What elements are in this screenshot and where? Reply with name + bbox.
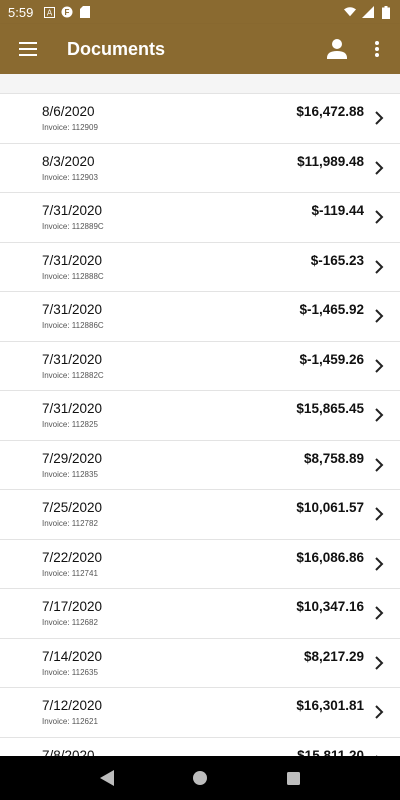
svg-text:F: F — [65, 8, 70, 17]
document-invoice-number: Invoice: 112903 — [42, 172, 98, 182]
document-amount: $10,061.57 — [296, 500, 364, 515]
document-date: 7/31/2020 — [42, 401, 103, 416]
document-amount: $16,472.88 — [296, 104, 364, 119]
document-date: 7/31/2020 — [42, 203, 103, 218]
document-row[interactable]: 7/25/2020 Invoice: 112782 $10,061.57 — [0, 490, 400, 540]
document-amount: $11,989.48 — [297, 153, 364, 169]
document-invoice-number: Invoice: 112889C — [42, 222, 104, 231]
person-icon — [327, 39, 347, 59]
document-amount: $-165.23 — [310, 252, 364, 268]
document-row[interactable]: 7/31/2020 Invoice: 112886C $-1,465.92 — [0, 292, 400, 342]
hamburger-menu-icon — [19, 42, 37, 56]
nav-recents-button[interactable] — [281, 766, 305, 790]
document-amount: $-1,459.26 — [299, 351, 364, 367]
document-invoice-number: Invoice: 112741 — [42, 568, 98, 578]
status-bar: 5:59 A F — [0, 0, 400, 24]
status-time: 5:59 — [8, 4, 34, 20]
wifi-icon — [344, 6, 356, 18]
chevron-right-icon — [375, 606, 384, 620]
chevron-right-icon — [375, 160, 384, 175]
chevron-right-icon — [375, 358, 384, 373]
document-date: 7/29/2020 — [42, 450, 103, 466]
document-invoice-number: Invoice: 112682 — [42, 618, 98, 627]
document-invoice-number: Invoice: 112635 — [42, 667, 98, 677]
document-date: 7/31/2020 — [42, 302, 103, 317]
document-invoice-number: Invoice: 112882C — [42, 370, 104, 380]
chevron-right-icon — [375, 210, 384, 224]
document-date: 7/14/2020 — [42, 648, 103, 664]
document-invoice-number: Invoice: 112835 — [42, 469, 98, 479]
battery-icon — [380, 5, 392, 19]
document-row[interactable]: 7/17/2020 Invoice: 112682 $10,347.16 — [0, 589, 400, 639]
document-amount: $10,347.16 — [296, 599, 364, 614]
document-date: 7/25/2020 — [42, 500, 103, 515]
notification-icon: F — [61, 6, 73, 18]
document-amount: $-119.44 — [311, 203, 364, 218]
document-row[interactable]: 8/6/2020 Invoice: 112909 $16,472.88 — [0, 94, 400, 144]
system-nav-bar — [0, 756, 400, 800]
document-row[interactable]: 7/31/2020 Invoice: 112882C $-1,459.26 — [0, 341, 400, 391]
document-row[interactable]: 7/22/2020 Invoice: 112741 $16,086.86 — [0, 539, 400, 589]
menu-button[interactable] — [16, 37, 40, 61]
svg-text:A: A — [47, 8, 53, 17]
chevron-right-icon — [375, 111, 384, 125]
document-invoice-number: Invoice: 112886C — [42, 321, 104, 330]
chevron-right-icon — [375, 556, 384, 571]
document-row[interactable]: 7/31/2020 Invoice: 112889C $-119.44 — [0, 193, 400, 243]
document-date: 7/17/2020 — [42, 599, 103, 614]
document-amount: $15,811.20 — [297, 747, 364, 757]
document-invoice-number: Invoice: 112888C — [42, 271, 104, 281]
document-amount: $-1,465.92 — [299, 302, 364, 317]
document-amount: $16,301.81 — [296, 698, 364, 713]
document-row[interactable]: 8/3/2020 Invoice: 112903 $11,989.48 — [0, 143, 400, 193]
nav-home-button[interactable] — [188, 766, 212, 790]
app-bar: Documents — [0, 24, 400, 74]
document-amount: $8,758.89 — [303, 450, 364, 466]
document-row[interactable]: 7/8/2020 $15,811.20 — [0, 737, 400, 757]
documents-content: 8/6/2020 Invoice: 112909 $16,472.88 8/3/202… — [0, 74, 400, 756]
account-button[interactable] — [322, 34, 352, 64]
document-date: 7/22/2020 — [42, 549, 103, 565]
document-date: 7/31/2020 — [42, 351, 103, 367]
document-date: 8/3/2020 — [42, 153, 95, 169]
document-row[interactable]: 7/31/2020 Invoice: 112825 $15,865.45 — [0, 391, 400, 441]
chevron-right-icon — [375, 408, 384, 422]
back-icon — [99, 770, 114, 786]
text-a-icon: A — [43, 6, 55, 18]
document-row[interactable]: 7/14/2020 Invoice: 112635 $8,217.29 — [0, 638, 400, 688]
chevron-right-icon — [375, 705, 384, 719]
documents-list: 8/6/2020 Invoice: 112909 $16,472.88 8/3/202… — [0, 93, 400, 756]
document-invoice-number: Invoice: 112782 — [42, 519, 98, 528]
chevron-right-icon — [375, 259, 384, 274]
document-invoice-number: Invoice: 112909 — [42, 123, 98, 132]
cellular-icon — [362, 6, 374, 18]
more-vert-icon — [375, 41, 379, 57]
document-amount: $8,217.29 — [303, 648, 364, 664]
document-row[interactable]: 7/12/2020 Invoice: 112621 $16,301.81 — [0, 688, 400, 738]
chevron-right-icon — [375, 507, 384, 521]
sd-card-icon — [79, 6, 91, 18]
document-date: 7/8/2020 — [42, 747, 95, 757]
page-title: Documents — [67, 38, 166, 59]
overflow-menu-button[interactable] — [362, 34, 392, 64]
document-row[interactable]: 7/29/2020 Invoice: 112835 $8,758.89 — [0, 440, 400, 490]
document-date: 7/12/2020 — [42, 698, 103, 713]
document-row[interactable]: 7/31/2020 Invoice: 112888C $-165.23 — [0, 242, 400, 292]
home-icon — [192, 771, 207, 785]
document-invoice-number: Invoice: 112621 — [42, 717, 98, 726]
document-date: 8/6/2020 — [42, 104, 95, 119]
chevron-right-icon — [375, 309, 384, 323]
document-amount: $16,086.86 — [296, 549, 364, 565]
document-invoice-number: Invoice: 112825 — [42, 420, 98, 429]
nav-back-button[interactable] — [95, 766, 119, 790]
chevron-right-icon — [375, 457, 384, 472]
document-date: 7/31/2020 — [42, 252, 103, 268]
recents-icon — [286, 771, 300, 785]
chevron-right-icon — [375, 655, 384, 670]
document-amount: $15,865.45 — [296, 401, 364, 416]
